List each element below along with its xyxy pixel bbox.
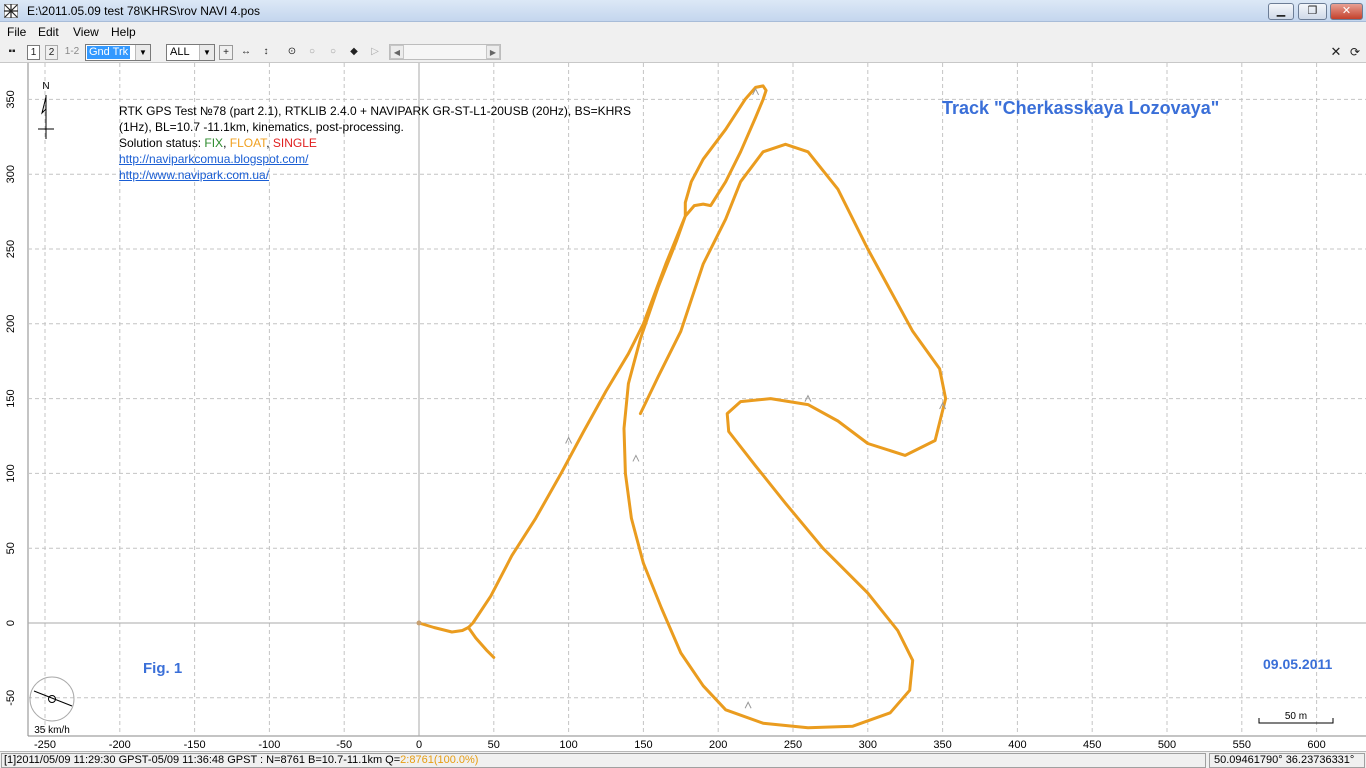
x-tick-label: -150 [184, 739, 206, 751]
x-tick-label: 400 [1008, 739, 1026, 751]
x-tick-label: 300 [859, 739, 877, 751]
fig-label: Fig. 1 [143, 660, 183, 677]
x-tick-label: 550 [1233, 739, 1251, 751]
chevron-right-icon[interactable]: ▶ [486, 45, 500, 59]
quality-value: ALL [170, 46, 190, 58]
link-site-text[interactable]: http://www.navipark.com.ua/ [119, 168, 269, 182]
solution-1-button[interactable]: 1 [27, 45, 40, 60]
quality-select[interactable]: ALL ▼ [166, 44, 215, 61]
y-tick-label: -50 [5, 690, 17, 706]
header-line-1: RTK GPS Test №78 (part 2.1), RTKLIB 2.4.… [119, 104, 631, 118]
y-tick-label: 100 [5, 464, 17, 482]
plot-type-select[interactable]: Gnd Trk ▼ [85, 44, 151, 61]
chevron-left-icon[interactable]: ◀ [390, 45, 404, 59]
solution-status-legend: Solution status: FIX, FLOAT, SINGLE [119, 136, 317, 150]
y-tick-label: 250 [5, 240, 17, 258]
solution-1-2-button[interactable]: 1-2 [64, 45, 80, 60]
connect-icon[interactable]: ▪▪ [5, 45, 19, 60]
show-track-icon[interactable]: ⊙ [285, 45, 299, 60]
center-origin-icon[interactable]: + [219, 45, 233, 60]
point-icon[interactable]: ○ [306, 45, 318, 60]
window-title: E:\2011.05.09 test 78\KHRS\rov NAVI 4.po… [27, 4, 261, 18]
status-label: Solution status: [119, 136, 205, 150]
menu-file[interactable]: File [7, 25, 26, 39]
direction-marker [632, 454, 640, 462]
y-tick-label: 300 [5, 165, 17, 183]
header-line-2: (1Hz), BL=10.7 -11.1km, kinematics, post… [119, 120, 404, 134]
x-tick-label: 450 [1083, 739, 1101, 751]
maximize-button[interactable]: ❐ [1298, 3, 1327, 20]
track-line-1 [466, 626, 496, 659]
status-sep: , [266, 136, 273, 150]
speed-label: 35 km/h [34, 725, 70, 736]
status-float: FLOAT [229, 136, 267, 150]
ground-track-plot[interactable]: -250 -200 -150 -100 -50 0 50 100 150 200 250 300 350… [0, 63, 1366, 751]
north-arrow-icon [38, 95, 54, 139]
status-bar: [1]2011/05/09 11:29:30 GPST-05/09 11:36:… [0, 751, 1366, 768]
minimize-button[interactable]: ▁ [1268, 3, 1294, 20]
point-icon[interactable]: ○ [327, 45, 339, 60]
status-sep: , [223, 136, 230, 150]
x-tick-label: 150 [634, 739, 652, 751]
point-icon[interactable]: ◆ [348, 45, 360, 60]
fit-vertical-icon[interactable]: ↕ [259, 45, 273, 60]
x-tick-label: 0 [416, 739, 422, 751]
x-tick-label: -250 [34, 739, 56, 751]
x-tick-label: -200 [109, 739, 131, 751]
scale-label: 50 m [1285, 711, 1307, 722]
restore-icon: ❐ [1307, 5, 1318, 17]
date-label: 09.05.2011 [1263, 656, 1333, 672]
x-tick-label: 250 [784, 739, 802, 751]
menu-help[interactable]: Help [111, 25, 136, 39]
x-tick-label: 100 [559, 739, 577, 751]
close-window-button[interactable]: ✕ [1330, 3, 1363, 20]
close-icon[interactable]: ✕ [1329, 45, 1343, 60]
link-blog[interactable]: http://naviparkcomua.blogspot.com/ [119, 152, 308, 166]
minimize-icon: ▁ [1276, 5, 1286, 17]
close-icon: ✕ [1341, 5, 1352, 17]
time-slider[interactable]: ◀ ▶ [389, 44, 501, 60]
y-tick-label: 200 [5, 315, 17, 333]
refresh-icon[interactable]: ⟳ [1348, 45, 1362, 60]
link-blog-text[interactable]: http://naviparkcomua.blogspot.com/ [119, 152, 308, 166]
x-tick-label: 600 [1307, 739, 1325, 751]
x-tick-label: 350 [933, 739, 951, 751]
direction-marker [744, 701, 752, 709]
north-label: N [42, 81, 49, 92]
x-tick-label: 200 [709, 739, 727, 751]
rtkplot-app-icon [4, 4, 18, 18]
origin-marker [416, 620, 422, 626]
status-summary: [1]2011/05/09 11:29:30 GPST-05/09 11:36:… [1, 753, 1206, 768]
x-tick-label: -100 [258, 739, 280, 751]
chevron-down-icon: ▼ [135, 45, 150, 60]
menu-view[interactable]: View [73, 25, 99, 39]
track-line-0 [417, 84, 948, 730]
status-fix: FIX [204, 136, 224, 150]
plot-type-value: Gnd Trk [87, 46, 131, 59]
x-tick-label: 50 [488, 739, 500, 751]
link-site[interactable]: http://www.navipark.com.ua/ [119, 168, 269, 182]
title-bar: E:\2011.05.09 test 78\KHRS\rov NAVI 4.po… [0, 0, 1366, 22]
menu-bar: File Edit View Help [0, 22, 1366, 42]
status-quality: 2:8761(100.0%) [400, 754, 479, 766]
solution-2-button[interactable]: 2 [45, 45, 58, 60]
y-tick-label: 0 [5, 620, 17, 626]
y-tick-label: 50 [5, 542, 17, 554]
track-title: Track "Cherkasskaya Lozovaya" [942, 98, 1220, 118]
velocity-vector [33, 690, 73, 707]
x-tick-label: -50 [336, 739, 352, 751]
chevron-down-icon: ▼ [199, 45, 214, 60]
play-icon[interactable]: ▷ [369, 45, 381, 60]
toolbar: ▪▪ 1 2 1-2 Gnd Trk ▼ ALL ▼ + ↔ ↕ ⊙ ○ ○ ◆… [0, 42, 1366, 63]
status-position: 50.09461790° 36.23736331° [1209, 753, 1365, 768]
x-tick-label: 500 [1158, 739, 1176, 751]
menu-edit[interactable]: Edit [38, 25, 59, 39]
fit-horizontal-icon[interactable]: ↔ [239, 45, 253, 60]
status-single: SINGLE [272, 136, 317, 150]
y-tick-label: 350 [5, 90, 17, 108]
y-tick-label: 150 [5, 389, 17, 407]
status-summary-text: [1]2011/05/09 11:29:30 GPST-05/09 11:36:… [4, 754, 401, 766]
